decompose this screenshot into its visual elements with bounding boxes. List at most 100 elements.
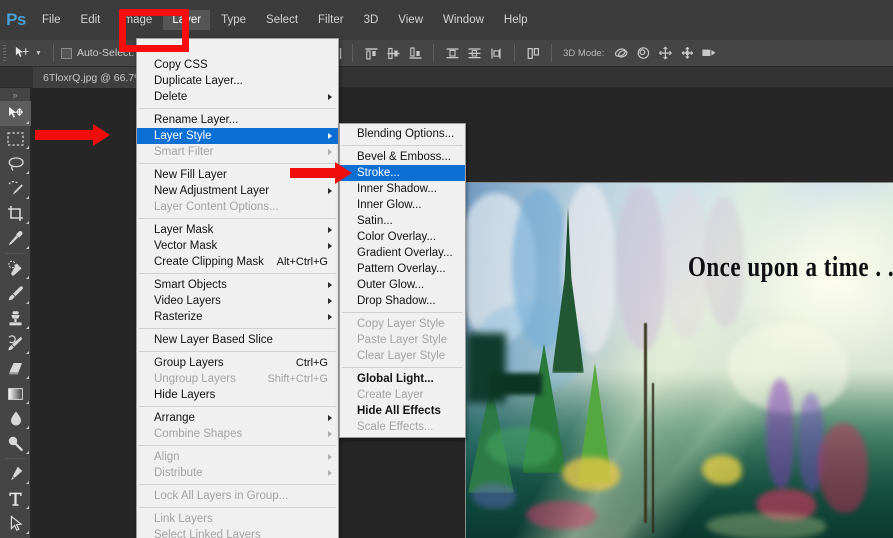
tool-spot-healing-brush[interactable]: [0, 256, 31, 281]
layer-style-submenu-item[interactable]: Inner Glow...: [340, 197, 465, 213]
layer-menu-item[interactable]: Layer Mask: [137, 222, 338, 238]
layer-menu-item[interactable]: Video Layers: [137, 293, 338, 309]
options-current-tool-icon[interactable]: [9, 42, 35, 64]
menu-filter[interactable]: Filter: [309, 10, 353, 30]
slide-3d-object-icon[interactable]: [676, 42, 698, 64]
layer-menu-item[interactable]: Rasterize: [137, 309, 338, 325]
layer-style-submenu-item-label: Bevel & Emboss...: [357, 151, 451, 163]
clone-stamp-icon: [7, 310, 24, 327]
layer-style-submenu-item[interactable]: Color Overlay...: [340, 229, 465, 245]
layer-style-submenu-item[interactable]: Bevel & Emboss...: [340, 149, 465, 165]
rotate-3d-object-icon[interactable]: [610, 42, 632, 64]
layer-menu-item: Distribute: [137, 465, 338, 481]
menu-select[interactable]: Select: [257, 10, 307, 30]
layer-menu-item[interactable]: Smart Objects: [137, 277, 338, 293]
tool-blur[interactable]: [0, 406, 31, 431]
tool-flyout-corner: [26, 426, 29, 429]
eyedropper-icon: [7, 230, 24, 247]
distribute-top-icon[interactable]: [441, 42, 463, 64]
layer-menu-item[interactable]: Layer Style: [137, 128, 338, 144]
layer-style-submenu-item-label: Clear Layer Style: [357, 350, 445, 362]
menu-view[interactable]: View: [389, 10, 432, 30]
menu-edit[interactable]: Edit: [72, 10, 110, 30]
layer-style-submenu-item-label: Scale Effects...: [357, 421, 434, 433]
tool-quick-selection[interactable]: [0, 176, 31, 201]
layer-menu-item[interactable]: Duplicate Layer...: [137, 73, 338, 89]
auto-align-layers-icon[interactable]: [522, 42, 544, 64]
annotation-arrow-layer-style: [35, 124, 110, 146]
tool-flyout-corner: [26, 506, 29, 509]
tool-crop[interactable]: [0, 201, 31, 226]
align-top-edges-icon[interactable]: [360, 42, 382, 64]
tool-marquee[interactable]: [0, 126, 31, 151]
layer-menu-separator: [139, 351, 336, 352]
options-bar-gripper[interactable]: [0, 40, 9, 67]
tool-type[interactable]: [0, 486, 31, 511]
layer-style-submenu-item[interactable]: Drop Shadow...: [340, 293, 465, 309]
options-divider: [551, 44, 552, 62]
layer-style-submenu-item-label: Create Layer: [357, 389, 423, 401]
tool-brush[interactable]: [0, 281, 31, 306]
tools-panel-gripper[interactable]: »: [0, 88, 30, 101]
layer-menu-item[interactable]: Create Clipping MaskAlt+Ctrl+G: [137, 254, 338, 270]
tool-clone-stamp[interactable]: [0, 306, 31, 331]
tool-dodge[interactable]: [0, 431, 31, 456]
distribute-vertical-center-icon[interactable]: [463, 42, 485, 64]
chevron-right-icon: [328, 431, 332, 437]
layer-style-submenu-item[interactable]: Gradient Overlay...: [340, 245, 465, 261]
menu-type[interactable]: Type: [212, 10, 255, 30]
layer-style-submenu-item-label: Color Overlay...: [357, 231, 436, 243]
layer-menu-item[interactable]: New Layer Based Slice: [137, 332, 338, 348]
tool-eyedropper[interactable]: [0, 226, 31, 251]
layer-menu-item-label: Hide Layers: [154, 389, 215, 401]
layer-style-submenu-item[interactable]: Inner Shadow...: [340, 181, 465, 197]
tool-move[interactable]: [0, 101, 31, 126]
layer-style-submenu-item-label: Blending Options...: [357, 128, 454, 140]
layer-style-submenu-item[interactable]: Global Light...: [340, 371, 465, 387]
layer-menu-item[interactable]: Rename Layer...: [137, 112, 338, 128]
layer-dropdown-menu: NewCopy CSSDuplicate Layer...DeleteRenam…: [136, 38, 339, 538]
layer-menu-item[interactable]: Group LayersCtrl+G: [137, 355, 338, 371]
tool-pen[interactable]: [0, 461, 31, 486]
layer-menu-item[interactable]: New Adjustment Layer: [137, 183, 338, 199]
layer-menu-item-label: Select Linked Layers: [154, 529, 261, 538]
layer-menu-item[interactable]: Copy CSS: [137, 57, 338, 73]
layer-menu-item[interactable]: Vector Mask: [137, 238, 338, 254]
layer-style-submenu-item-label: Inner Glow...: [357, 199, 422, 211]
tool-gradient[interactable]: [0, 381, 31, 406]
history-brush-icon: [7, 335, 24, 352]
layer-menu-item[interactable]: Hide Layers: [137, 387, 338, 403]
layer-style-submenu-item[interactable]: Satin...: [340, 213, 465, 229]
tool-eraser[interactable]: [0, 356, 31, 381]
layer-menu-item[interactable]: Delete: [137, 89, 338, 105]
distribute-bottom-icon[interactable]: [485, 42, 507, 64]
layer-style-submenu-item[interactable]: Outer Glow...: [340, 277, 465, 293]
tool-history-brush[interactable]: [0, 331, 31, 356]
document-tab-bar: 6TloxrQ.jpg @ 66.7% (: [0, 67, 893, 88]
menu-file[interactable]: File: [33, 10, 70, 30]
menu-3d[interactable]: 3D: [355, 10, 388, 30]
tool-path-selection[interactable]: [0, 511, 31, 536]
layer-menu-item[interactable]: Arrange: [137, 410, 338, 426]
layer-style-submenu-item[interactable]: Stroke...: [340, 165, 465, 181]
tool-preset-chevron-down-icon[interactable]: ▼: [35, 50, 42, 57]
tool-lasso[interactable]: [0, 151, 31, 176]
menu-help[interactable]: Help: [495, 10, 537, 30]
layer-style-submenu-item[interactable]: Blending Options...: [340, 126, 465, 142]
artwork-caption: Once upon a time . . .: [688, 251, 893, 284]
auto-select-checkbox[interactable]: [61, 48, 72, 59]
layer-menu-item-label: Rasterize: [154, 311, 203, 323]
drag-3d-object-icon[interactable]: [654, 42, 676, 64]
menu-window[interactable]: Window: [434, 10, 493, 30]
layer-menu-item-label: Ungroup Layers: [154, 373, 236, 385]
layer-menu-item: Combine Shapes: [137, 426, 338, 442]
layer-style-submenu-item[interactable]: Pattern Overlay...: [340, 261, 465, 277]
layer-style-submenu-item[interactable]: Hide All Effects: [340, 403, 465, 419]
3d-mode-label: 3D Mode:: [563, 48, 604, 59]
layer-menu-item-label: Distribute: [154, 467, 203, 479]
scale-3d-object-icon[interactable]: [698, 42, 720, 64]
image-canvas[interactable]: Once upon a time . . .: [465, 182, 893, 538]
align-bottom-edges-icon[interactable]: [404, 42, 426, 64]
align-vertical-centers-icon[interactable]: [382, 42, 404, 64]
roll-3d-object-icon[interactable]: [632, 42, 654, 64]
